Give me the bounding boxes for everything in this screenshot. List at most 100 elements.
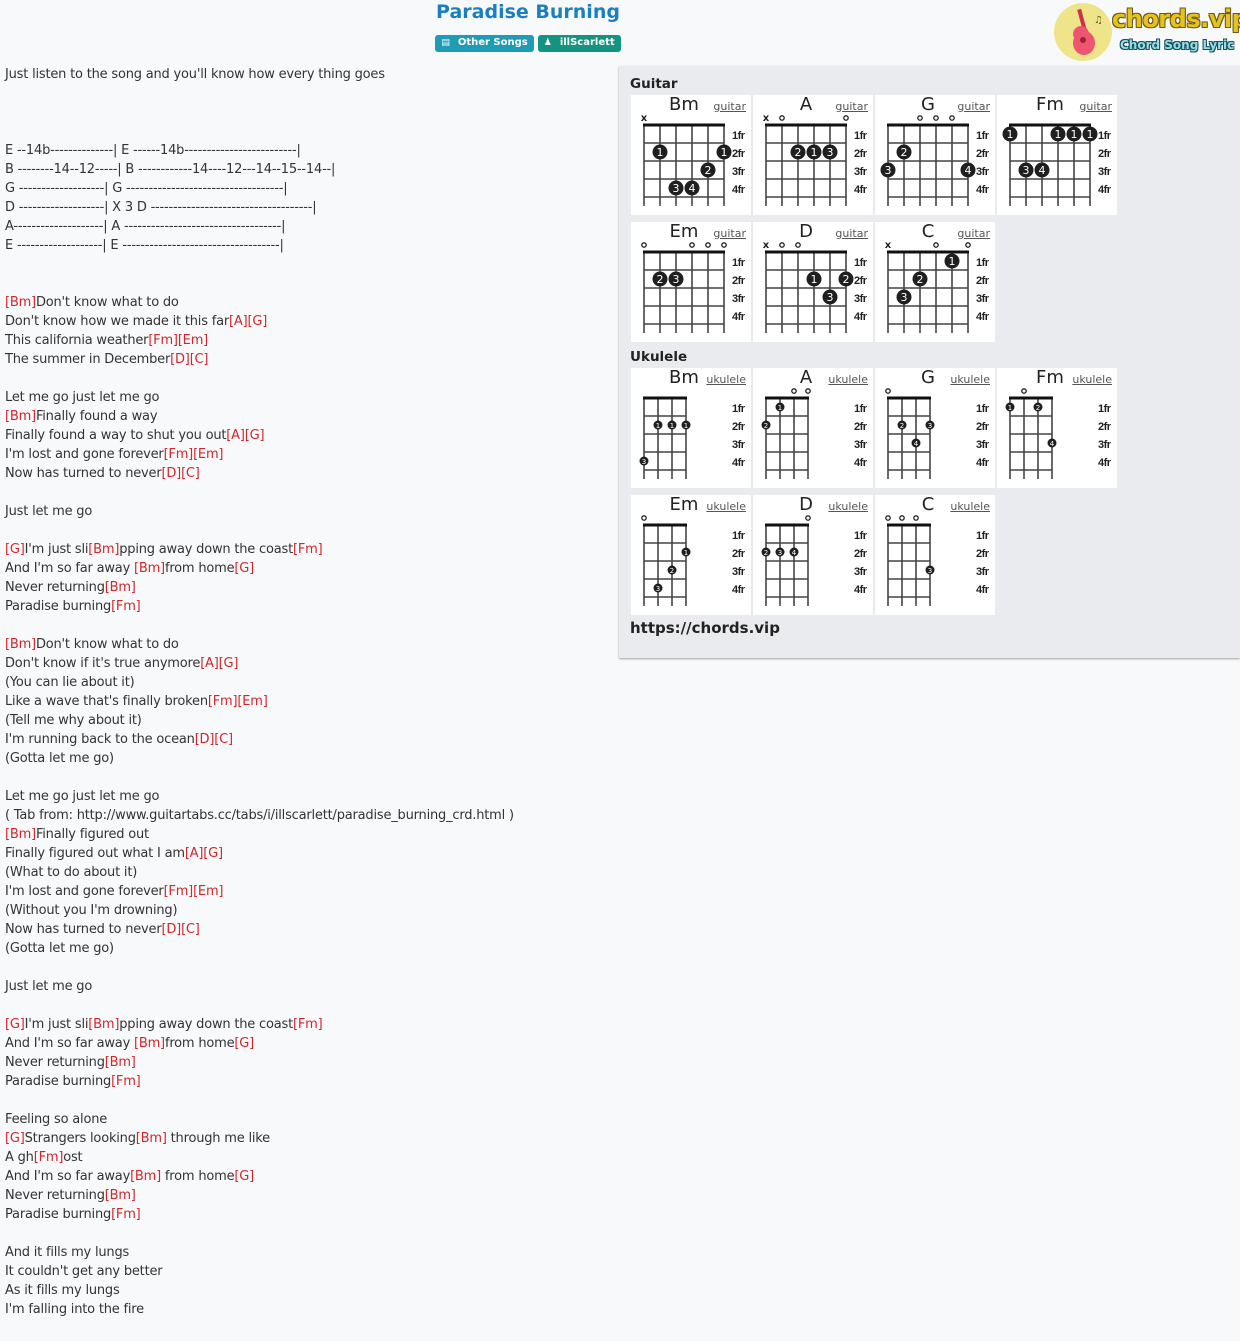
instrument-link[interactable]: ukulele bbox=[706, 500, 746, 513]
chord-link[interactable]: [Fm] bbox=[111, 599, 141, 614]
chord-link[interactable]: [A] bbox=[229, 314, 248, 329]
chord-link[interactable]: [D] bbox=[162, 922, 182, 937]
chord-link[interactable]: [Em] bbox=[178, 333, 208, 348]
fret-label: 4fr bbox=[732, 311, 746, 323]
chord-link[interactable]: [C] bbox=[214, 732, 233, 747]
chord-link[interactable]: [Bm] bbox=[88, 1017, 119, 1032]
instrument-link[interactable]: guitar bbox=[1079, 100, 1112, 113]
chord-link[interactable]: [Em] bbox=[193, 884, 223, 899]
chord-link[interactable]: [G] bbox=[234, 1036, 254, 1051]
chord-link[interactable]: [Bm] bbox=[136, 1131, 167, 1146]
lyric-line: Never returning[Bm] bbox=[5, 578, 615, 597]
chord-link[interactable]: [G] bbox=[203, 846, 223, 861]
instrument-link[interactable]: guitar bbox=[835, 227, 868, 240]
guitar-chord-card-g[interactable]: 1fr 2fr 3fr 4fr 2 3 4 Gguitar bbox=[875, 94, 995, 215]
finger-number: 3 bbox=[642, 458, 646, 466]
chord-link[interactable]: [Em] bbox=[193, 447, 223, 462]
chord-link[interactable]: [A] bbox=[185, 846, 204, 861]
lyric-line: [Bm]Don't know what to do bbox=[5, 293, 615, 312]
chord-link[interactable]: [Fm] bbox=[148, 333, 178, 348]
category-badge[interactable]: ▤ Other Songs bbox=[435, 35, 534, 52]
guitar-chord-card-em[interactable]: 1fr 2fr 3fr 4fr 2 3 Em guitar bbox=[631, 221, 751, 342]
finger-number: 1 bbox=[684, 422, 688, 430]
chord-link[interactable]: [Bm] bbox=[134, 561, 165, 576]
finger-number: 2 bbox=[900, 422, 904, 430]
chord-link[interactable]: [Em] bbox=[237, 694, 267, 709]
instrument-link[interactable]: ukulele bbox=[950, 500, 990, 513]
lyric-line: [G]Strangers looking[Bm] through me like bbox=[5, 1129, 615, 1148]
chord-link[interactable]: [D] bbox=[195, 732, 215, 747]
chord-link[interactable]: [G] bbox=[234, 561, 254, 576]
chord-link[interactable]: [Bm] bbox=[105, 1188, 136, 1203]
chord-link[interactable]: [Bm] bbox=[5, 295, 36, 310]
chord-link[interactable]: [Fm] bbox=[293, 1017, 323, 1032]
chord-link[interactable]: [Fm] bbox=[111, 1207, 141, 1222]
site-logo[interactable]: ♫ chords.vip Chord Song Lyric bbox=[1054, 3, 1240, 61]
chord-link[interactable]: [Bm] bbox=[105, 1055, 136, 1070]
lyric-line: A--------------------| A ---------------… bbox=[5, 217, 615, 236]
lyric-text: Like a wave that's finally broken bbox=[5, 694, 208, 709]
instrument-link[interactable]: ukulele bbox=[828, 373, 868, 386]
open-string-marker bbox=[843, 115, 849, 121]
chord-link[interactable]: [A] bbox=[200, 656, 219, 671]
chord-link[interactable]: [C] bbox=[181, 922, 200, 937]
chord-link[interactable]: [D] bbox=[170, 352, 190, 367]
site-url[interactable]: https://chords.vip bbox=[630, 619, 780, 637]
chord-link[interactable]: [Fm] bbox=[164, 447, 194, 462]
chord-link[interactable]: [Bm] bbox=[5, 827, 36, 842]
chord-link[interactable]: [G] bbox=[5, 542, 25, 557]
chord-link[interactable]: [C] bbox=[190, 352, 209, 367]
chord-link[interactable]: [C] bbox=[181, 466, 200, 481]
ukulele-chord-card-em[interactable]: 1fr 2fr 3fr 4fr 1 2 3 Em ukulele bbox=[631, 494, 751, 615]
instrument-link[interactable]: guitar bbox=[713, 227, 746, 240]
guitar-chord-card-fm[interactable]: 1fr 2fr 3fr 4fr 1 1 1 1 3 4 Fm guitar bbox=[997, 94, 1117, 215]
guitar-chord-card-bm[interactable]: 1fr 2fr 3fr 4fr x 1 1 2 3 4 Bm guitar bbox=[631, 94, 751, 215]
chord-link[interactable]: [G] bbox=[245, 428, 265, 443]
chord-link[interactable]: [A] bbox=[226, 428, 245, 443]
chord-link[interactable]: [D] bbox=[162, 466, 182, 481]
chord-link[interactable]: [Bm] bbox=[130, 1169, 161, 1184]
instrument-link[interactable]: ukulele bbox=[950, 373, 990, 386]
chord-link[interactable]: [Bm] bbox=[5, 409, 36, 424]
guitar-chord-card-a[interactable]: 1fr 2fr 3fr 4fr x 2 1 3 Aguitar bbox=[753, 94, 873, 215]
ukulele-section-label: Ukulele bbox=[630, 349, 688, 365]
ukulele-chord-card-fm[interactable]: 1fr 2fr 3fr 4fr 1 2 4 Fm ukulele bbox=[997, 367, 1117, 488]
guitar-chord-card-c[interactable]: 1fr 2fr 3fr 4fr x 1 2 3 Cguitar bbox=[875, 221, 995, 342]
guitar-chord-card-d[interactable]: 1fr 2fr 3fr 4fr x 1 2 3 Dguitar bbox=[753, 221, 873, 342]
lyric-line: Paradise burning[Fm] bbox=[5, 597, 615, 616]
instrument-link[interactable]: ukulele bbox=[828, 500, 868, 513]
instrument-link[interactable]: guitar bbox=[957, 100, 990, 113]
finger-number: 3 bbox=[673, 182, 680, 195]
finger-number: 4 bbox=[965, 164, 972, 177]
instrument-link[interactable]: ukulele bbox=[1072, 373, 1112, 386]
chord-link[interactable]: [Fm] bbox=[164, 884, 194, 899]
lyric-line: I'm lost and gone forever[Fm][Em] bbox=[5, 882, 615, 901]
ukulele-chord-card-bm[interactable]: 1fr 2fr 3fr 4fr 1 1 1 3 Bm ukulele bbox=[631, 367, 751, 488]
chord-link[interactable]: [Fm] bbox=[34, 1150, 64, 1165]
chord-link[interactable]: [G] bbox=[247, 314, 267, 329]
instrument-link[interactable]: ukulele bbox=[706, 373, 746, 386]
chord-link[interactable]: [G] bbox=[219, 656, 239, 671]
guitar-logo-icon: ♫ bbox=[1054, 3, 1112, 61]
chord-link[interactable]: [Fm] bbox=[111, 1074, 141, 1089]
chord-link[interactable]: [Fm] bbox=[208, 694, 238, 709]
chord-link[interactable]: [Fm] bbox=[293, 542, 323, 557]
ukulele-chord-card-c[interactable]: 1fr 2fr 3fr 4fr 3 Cukulele bbox=[875, 494, 995, 615]
artist-badge[interactable]: ♟ illScarlett bbox=[537, 35, 621, 52]
chord-link[interactable]: [Bm] bbox=[105, 580, 136, 595]
chord-link[interactable]: [Bm] bbox=[88, 542, 119, 557]
chord-link[interactable]: [G] bbox=[5, 1131, 25, 1146]
instrument-link[interactable]: guitar bbox=[713, 100, 746, 113]
chord-link[interactable]: [G] bbox=[234, 1169, 254, 1184]
lyric-text: G -------------------| G ---------------… bbox=[5, 181, 288, 196]
chord-link[interactable]: [G] bbox=[5, 1017, 25, 1032]
instrument-link[interactable]: guitar bbox=[835, 100, 868, 113]
instrument-link[interactable]: guitar bbox=[957, 227, 990, 240]
ukulele-chord-card-g[interactable]: 1fr 2fr 3fr 4fr 2 3 4 Gukulele bbox=[875, 367, 995, 488]
ukulele-chord-card-d[interactable]: 1fr 2fr 3fr 4fr 2 3 4 Dukulele bbox=[753, 494, 873, 615]
chord-link[interactable]: [Bm] bbox=[134, 1036, 165, 1051]
ukulele-chord-card-a[interactable]: 1fr 2fr 3fr 4fr 1 2 Aukulele bbox=[753, 367, 873, 488]
chord-link[interactable]: [Bm] bbox=[5, 637, 36, 652]
